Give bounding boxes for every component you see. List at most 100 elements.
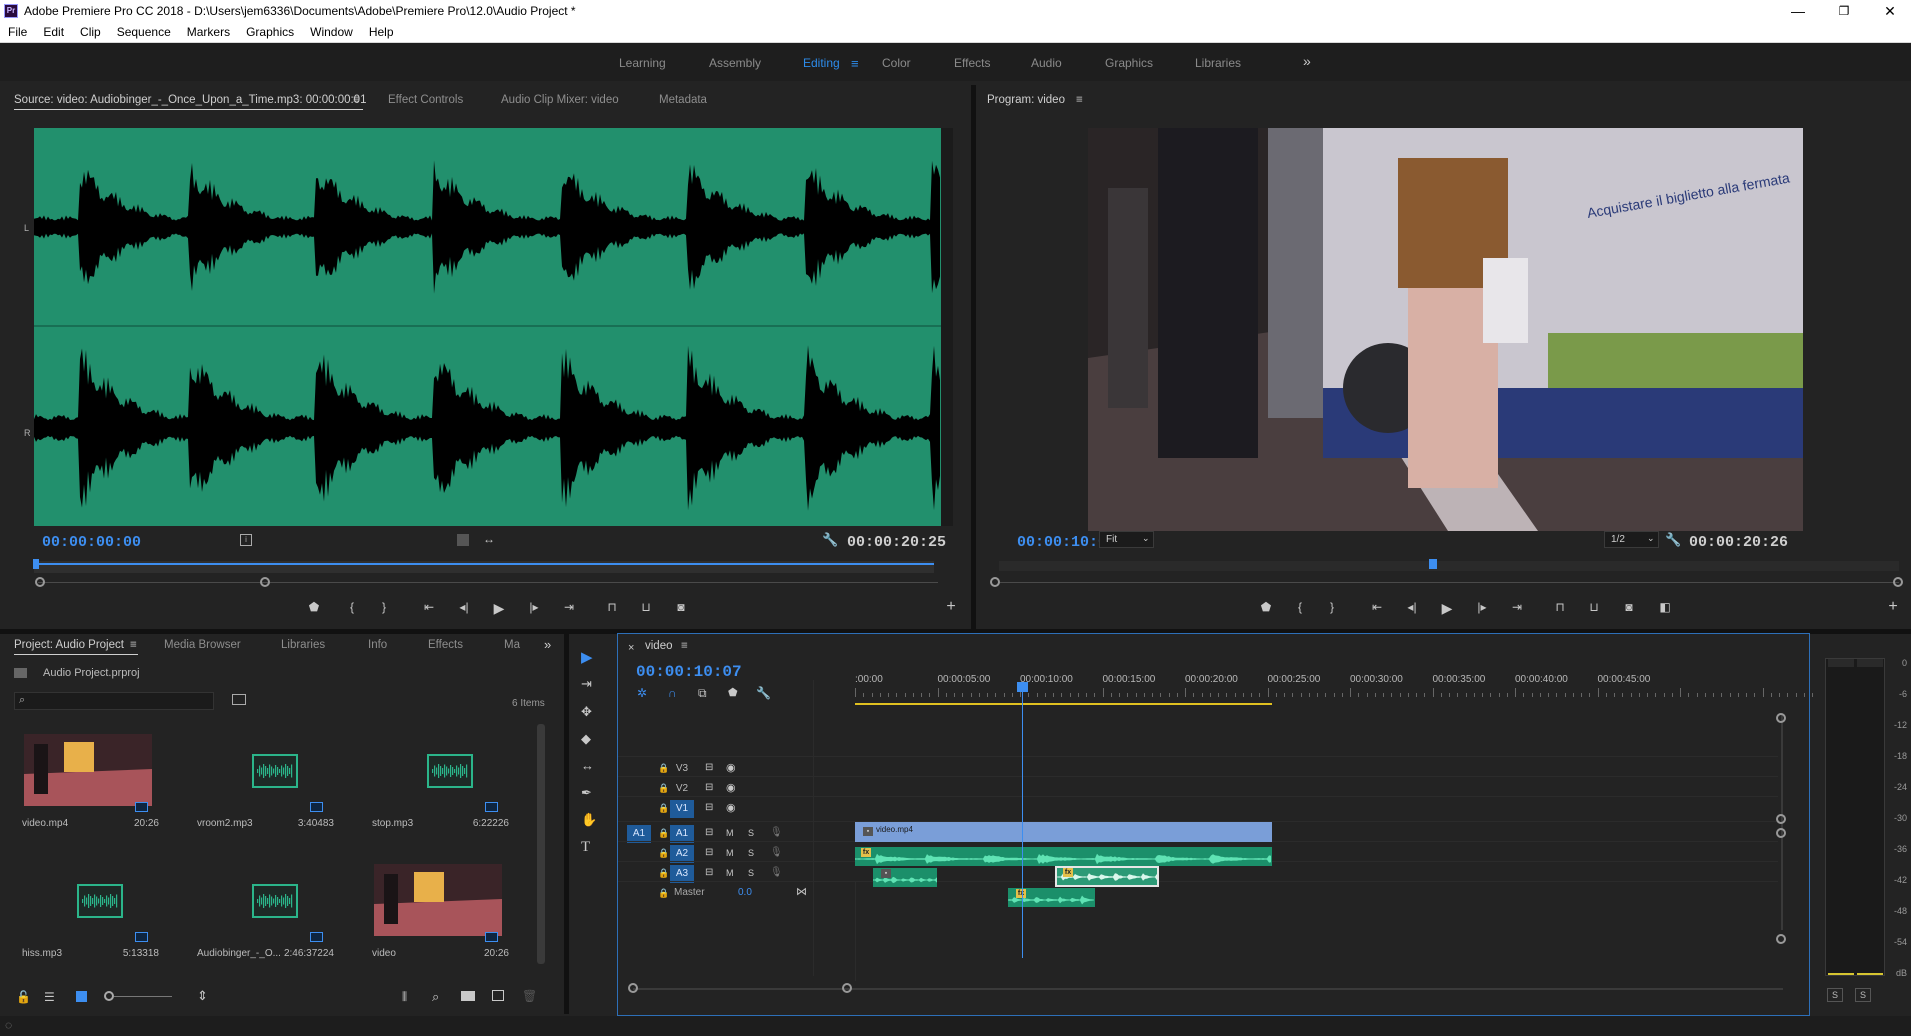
program-mark-out-icon[interactable]: } <box>1323 600 1341 614</box>
workspace-effects[interactable]: Effects <box>954 56 990 70</box>
program-go-to-in-icon[interactable]: ⇤ <box>1368 600 1386 614</box>
program-step-forward-icon[interactable]: |▸ <box>1473 600 1491 614</box>
linked-selection-icon[interactable]: ⧉ <box>698 686 707 701</box>
scroll-handle[interactable] <box>1776 934 1786 944</box>
trash-icon[interactable]: 🗑 <box>522 989 537 1003</box>
solo-button[interactable]: S <box>748 868 754 878</box>
program-time-ruler[interactable] <box>999 561 1899 571</box>
new-item-icon[interactable] <box>492 990 504 1001</box>
source-step-back-icon[interactable]: ◂| <box>455 600 473 614</box>
audio-clip-a2-selected[interactable]: fx <box>1055 866 1159 887</box>
timeline-timecode[interactable]: 00:00:10:07 <box>636 663 742 681</box>
tab-source[interactable]: Source: video: Audiobinger_-_Once_Upon_a… <box>14 94 366 106</box>
microphone-icon[interactable]: 🎙 <box>770 827 783 838</box>
tab-markers[interactable]: Ma <box>504 639 520 651</box>
tab-audio-clip-mixer[interactable]: Audio Clip Mixer: video <box>501 94 619 106</box>
master-volume-value[interactable]: 0.0 <box>738 887 752 898</box>
tab-libraries[interactable]: Libraries <box>281 639 325 651</box>
source-mark-out-icon[interactable]: } <box>375 600 393 614</box>
video-thumbnail[interactable] <box>374 864 502 936</box>
source-go-to-out-icon[interactable]: ⇥ <box>560 600 578 614</box>
fit-select[interactable]: Fit ⌄ <box>1099 531 1154 548</box>
tab-effect-controls[interactable]: Effect Controls <box>388 94 463 106</box>
sort-icon[interactable]: ⇕ <box>197 988 208 1004</box>
source-mark-in-icon[interactable]: { <box>343 600 361 614</box>
source-playhead[interactable] <box>33 559 39 569</box>
mute-button[interactable]: M <box>726 848 734 858</box>
track-lock-icon[interactable]: 🔒 <box>658 848 669 859</box>
eye-icon[interactable]: ◉ <box>726 801 736 814</box>
source-go-to-in-icon[interactable]: ⇤ <box>420 600 438 614</box>
solo-button[interactable]: S <box>748 828 754 838</box>
menu-graphics[interactable]: Graphics <box>238 25 302 39</box>
tab-media-browser[interactable]: Media Browser <box>164 639 241 651</box>
audio-clip-a1[interactable]: fx <box>855 847 1272 866</box>
tab-project[interactable]: Project: Audio Project <box>14 639 124 651</box>
type-tool-icon[interactable]: T <box>581 839 590 856</box>
track-lock-icon[interactable]: 🔒 <box>658 828 669 839</box>
close-button[interactable]: ✕ <box>1867 0 1911 22</box>
source-zoom-handle-right[interactable] <box>260 577 270 587</box>
source-button-editor-icon[interactable]: + <box>942 598 960 616</box>
program-lift-icon[interactable]: ⊓ <box>1551 600 1569 614</box>
menu-clip[interactable]: Clip <box>72 25 109 39</box>
source-insert-icon[interactable]: ⊓ <box>603 600 621 614</box>
work-area-bar[interactable] <box>855 703 1272 705</box>
program-export-frame-icon[interactable]: ◙ <box>1620 600 1638 614</box>
source-waveform-display[interactable] <box>34 128 941 526</box>
icon-view-icon[interactable] <box>76 991 87 1002</box>
audio-thumbnail-icon[interactable] <box>252 754 298 788</box>
microphone-icon[interactable]: 🎙 <box>770 847 783 858</box>
new-search-bin-icon[interactable] <box>232 694 246 705</box>
source-add-marker-icon[interactable]: ⬟ <box>305 600 323 614</box>
solo-left-button[interactable]: S <box>1827 988 1843 1002</box>
restore-button[interactable]: ❐ <box>1821 0 1867 22</box>
eye-icon[interactable]: ◉ <box>726 781 736 794</box>
sync-lock-icon[interactable]: ⊟ <box>705 802 713 813</box>
sync-lock-icon[interactable]: ⊟ <box>705 847 713 858</box>
workspace-menu-icon[interactable]: ≡ <box>851 56 859 71</box>
ripple-edit-tool-icon[interactable]: ✥ <box>581 704 592 720</box>
razor-tool-icon[interactable]: ◆ <box>581 731 591 747</box>
program-add-marker-icon[interactable]: ⬟ <box>1257 600 1275 614</box>
zoom-level-icon[interactable] <box>457 534 469 546</box>
video-clip-video-mp4[interactable]: ▪ video.mp4 <box>855 822 1272 842</box>
panel-overflow-icon[interactable]: » <box>544 637 551 652</box>
source-zoom-handle-left[interactable] <box>35 577 45 587</box>
tab-metadata[interactable]: Metadata <box>659 94 707 106</box>
new-bin-icon[interactable] <box>461 991 475 1001</box>
program-playhead[interactable] <box>1429 559 1437 569</box>
project-scrollbar[interactable] <box>537 724 545 964</box>
selection-tool-icon[interactable]: ▶ <box>581 648 593 666</box>
program-zoom-handle-right[interactable] <box>1893 577 1903 587</box>
sync-lock-icon[interactable]: ⊟ <box>705 827 713 838</box>
timeline-playhead-handle[interactable] <box>1017 682 1028 692</box>
audio-thumbnail-icon[interactable] <box>427 754 473 788</box>
hand-tool-icon[interactable]: ✋ <box>581 812 597 828</box>
resolution-select[interactable]: 1/2 ⌄ <box>1604 531 1659 548</box>
source-overwrite-icon[interactable]: ⊔ <box>637 600 655 614</box>
snap-icon[interactable]: ∩ <box>668 686 677 700</box>
thumbnail-size-slider-handle[interactable] <box>104 991 114 1001</box>
workspace-overflow-icon[interactable]: » <box>1303 53 1311 69</box>
list-view-icon[interactable]: ☰ <box>44 990 55 1004</box>
menu-help[interactable]: Help <box>361 25 402 39</box>
minimize-button[interactable]: — <box>1775 0 1821 22</box>
drag-audio-icon[interactable]: ↔ <box>483 532 495 546</box>
go-to-prev-edit-icon[interactable]: ⋈ <box>796 885 807 898</box>
menu-file[interactable]: File <box>0 25 35 39</box>
timeline-horizontal-scrollbar[interactable] <box>633 988 1783 990</box>
track-target-label[interactable]: V1 <box>670 800 694 818</box>
sync-lock-icon[interactable]: ⊟ <box>705 867 713 878</box>
program-button-editor-icon[interactable]: + <box>1884 598 1902 616</box>
program-play-icon[interactable]: ▶ <box>1438 600 1456 617</box>
audio-thumbnail-icon[interactable] <box>77 884 123 918</box>
audio-clip-a2-first[interactable]: ▪ <box>873 868 937 887</box>
workspace-editing[interactable]: Editing <box>803 56 840 70</box>
timeline-panel-menu-icon[interactable]: ≡ <box>681 640 688 652</box>
tab-program[interactable]: Program: video <box>987 94 1065 106</box>
automate-to-sequence-icon[interactable]: ⫼ <box>402 991 407 1004</box>
timeline-playhead-line[interactable] <box>1022 683 1023 958</box>
program-panel-menu-icon[interactable]: ≡ <box>1076 94 1083 106</box>
source-step-forward-icon[interactable]: |▸ <box>525 600 543 614</box>
